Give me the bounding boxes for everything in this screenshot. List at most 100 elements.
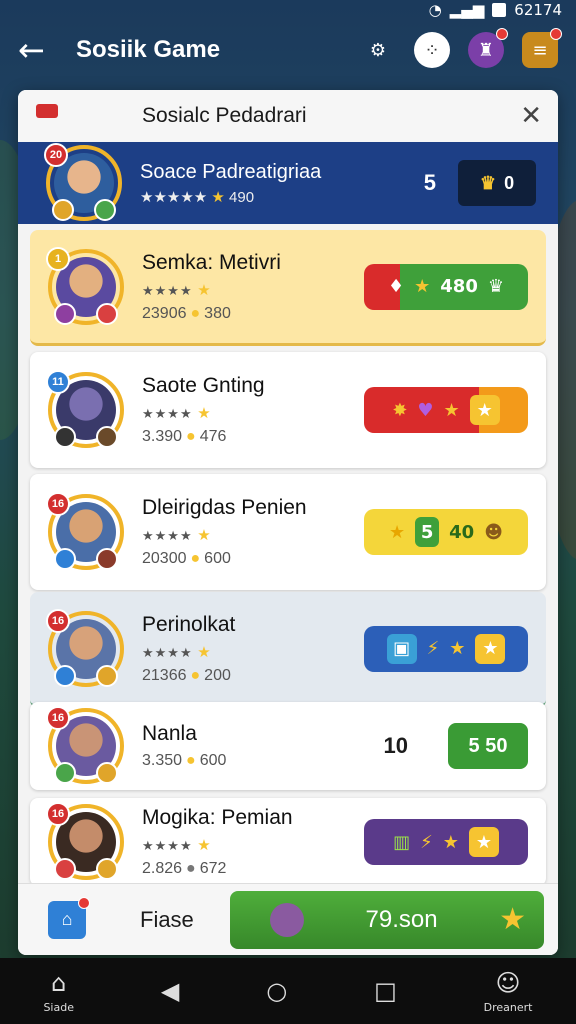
level-badge: 20 xyxy=(44,143,68,167)
player-info: Semka: Metivri ★★★★ ★ 23906 ● 380 xyxy=(142,251,364,323)
level-badge: 16 xyxy=(46,492,70,516)
reward-pill[interactable]: ♦ ★ 480 ♛ xyxy=(364,263,528,310)
coin-value: 380 xyxy=(204,304,231,322)
player-info: Perinolkat ★★★★ ★ 21366 ● 200 xyxy=(142,613,364,685)
star-icon: ★ xyxy=(449,638,466,659)
nav-back[interactable]: ◀ xyxy=(161,977,179,1005)
badge-icon xyxy=(96,302,118,325)
badge-icon xyxy=(54,858,76,880)
player-score: 21366 ● 200 xyxy=(142,667,364,685)
home-badge xyxy=(78,896,90,909)
trophy-icon: ♛ xyxy=(487,276,504,297)
star-rating: ★★★★★ xyxy=(140,188,208,206)
badge-icon xyxy=(54,762,76,784)
lightning-icon: ⚡ xyxy=(420,831,433,853)
reward-value: 5 xyxy=(415,517,440,547)
nav-home-circle[interactable]: ○ xyxy=(266,977,287,1005)
list-item[interactable]: 16 Perinolkat ★★★★ ★ 21366 ● 200 ▣ ⚡ ★ ★ xyxy=(30,592,546,708)
claim-button[interactable]: 5 50 xyxy=(448,723,528,769)
nav-profile[interactable]: ☺ Dreanert xyxy=(484,969,533,1014)
score-value: 3.350 xyxy=(142,752,183,769)
coin-icon: ● xyxy=(190,666,201,684)
character-icon xyxy=(270,902,304,937)
reward-pill[interactable]: ★ 5 40 ☻ xyxy=(364,509,528,555)
status-time: 62174 xyxy=(514,1,562,19)
reward-pill[interactable]: ▥ ⚡ ★ ★ xyxy=(364,819,528,865)
panel-footer: ⌂ Fiase 79.son ★ xyxy=(18,883,558,955)
star-rating-text: ★★★★ xyxy=(142,838,193,853)
star-icon: ★ xyxy=(197,837,212,854)
star-icon: ★ xyxy=(211,188,225,206)
badge-icon xyxy=(54,664,76,687)
player-info: Saote Gnting ★★★★ ★ 3.390 ● 476 xyxy=(142,374,364,446)
reward-value: 40 xyxy=(449,521,475,543)
panel-tag-icon xyxy=(36,104,58,118)
player-info: Dleirigdas Penien ★★★★ ★ 20300 ● 600 xyxy=(142,496,364,568)
player-info: Nanla 3.350 ● 600 xyxy=(142,722,384,770)
current-player-row[interactable]: 20 Soace Padreatigriaa ★★★★★ ★ 490 5 ♛ 0 xyxy=(18,142,558,224)
player-name: Mogika: Pemian xyxy=(142,806,293,829)
star-icon: ★ xyxy=(197,405,212,422)
notifications-icon[interactable]: ♜ xyxy=(468,28,508,68)
list-item[interactable]: 16 Dleirigdas Penien ★★★★ ★ 20300 ● 600 ★ … xyxy=(30,474,546,590)
score-value: 2.826 xyxy=(142,860,183,877)
trophy-icon: ♛ xyxy=(479,172,497,193)
circle-icon: ○ xyxy=(266,977,288,1005)
badge-icon xyxy=(96,762,118,784)
status-bar: ◔ ▂▄▆ 62174 xyxy=(0,0,576,20)
star-rating: ★★★★ ★ xyxy=(142,526,364,544)
box-icon: ▣ xyxy=(386,633,417,664)
star-icon: ✸ xyxy=(392,399,408,421)
star-rating-text: ★★★★ xyxy=(142,282,193,298)
close-icon[interactable]: ✕ xyxy=(520,101,542,131)
battery-icon xyxy=(492,3,507,17)
list-item[interactable]: 16 Mogika: Pemian ★★★★ ★ 2.826 ● 672 ▥ ⚡ ★… xyxy=(30,798,546,886)
app-bar: ← Sosiik Game ⚙ ⁘ ♜ ≡ xyxy=(0,22,576,78)
badge-icon xyxy=(94,199,116,221)
footer-label: Fiase xyxy=(140,906,194,932)
coin-value: 600 xyxy=(199,752,227,769)
list-item[interactable]: 16 Nanla 3.350 ● 600 10 5 50 xyxy=(30,702,546,790)
player-rating: ★★★★★ ★ 490 xyxy=(140,188,424,206)
avatar: 1 xyxy=(46,246,124,325)
reward-pill[interactable]: ▣ ⚡ ★ ★ xyxy=(364,625,528,672)
player-score: 20300 ● 600 xyxy=(142,550,364,568)
level-badge: 16 xyxy=(46,802,70,826)
star-rating-text: ★★★★ xyxy=(142,528,193,543)
badge-icon xyxy=(96,664,118,687)
player-rank: 5 xyxy=(423,170,436,195)
nav-home[interactable]: ⌂ Siade xyxy=(43,969,74,1014)
notification-badge xyxy=(496,28,508,40)
coin-icon: ● xyxy=(186,860,196,877)
coin-icon: ● xyxy=(190,304,201,322)
star-icon: ★ xyxy=(499,903,526,936)
back-arrow-icon[interactable]: ← xyxy=(18,31,62,69)
play-button[interactable]: 79.son ★ xyxy=(230,890,544,949)
panel-header: Sosialc Pedadrari ✕ xyxy=(18,90,558,142)
gem-icon: ♥ xyxy=(417,399,434,421)
star-icon: ★ xyxy=(389,521,406,543)
settings-icon[interactable]: ⚙ xyxy=(360,32,396,68)
wifi-icon: ◔ xyxy=(428,1,442,19)
reward-pill[interactable]: ✸ ♥ ★ ★ xyxy=(364,387,528,433)
coin-value: 476 xyxy=(199,428,227,445)
coin-value: 672 xyxy=(199,860,227,877)
player-info: Soace Padreatigriaa ★★★★★ ★ 490 xyxy=(140,161,424,206)
trophy-badge[interactable]: ♛ 0 xyxy=(458,160,536,206)
player-name: Semka: Metivri xyxy=(142,250,281,274)
star-icon: ★ xyxy=(443,399,460,421)
player-name: Saote Gnting xyxy=(142,374,265,397)
star-icon: ★ xyxy=(197,643,212,661)
badge-icon xyxy=(54,426,76,448)
player-info: Mogika: Pemian ★★★★ ★ 2.826 ● 672 xyxy=(142,806,364,878)
player-name: Perinolkat xyxy=(142,612,236,636)
list-item[interactable]: 1 Semka: Metivri ★★★★ ★ 23906 ● 380 ♦ ★ 48… xyxy=(30,230,546,346)
coins-badge xyxy=(550,28,562,40)
coins-icon[interactable]: ≡ xyxy=(522,28,562,68)
list-item[interactable]: 11 Saote Gnting ★★★★ ★ 3.390 ● 476 ✸ ♥ ★ ★ xyxy=(30,352,546,468)
nav-recents[interactable]: □ xyxy=(374,977,397,1005)
character-icon: ☻ xyxy=(484,521,503,543)
community-icon[interactable]: ⁘ xyxy=(414,32,450,68)
home-icon[interactable]: ⌂ xyxy=(48,896,90,939)
star-rating-text: ★★★★ xyxy=(142,406,193,421)
